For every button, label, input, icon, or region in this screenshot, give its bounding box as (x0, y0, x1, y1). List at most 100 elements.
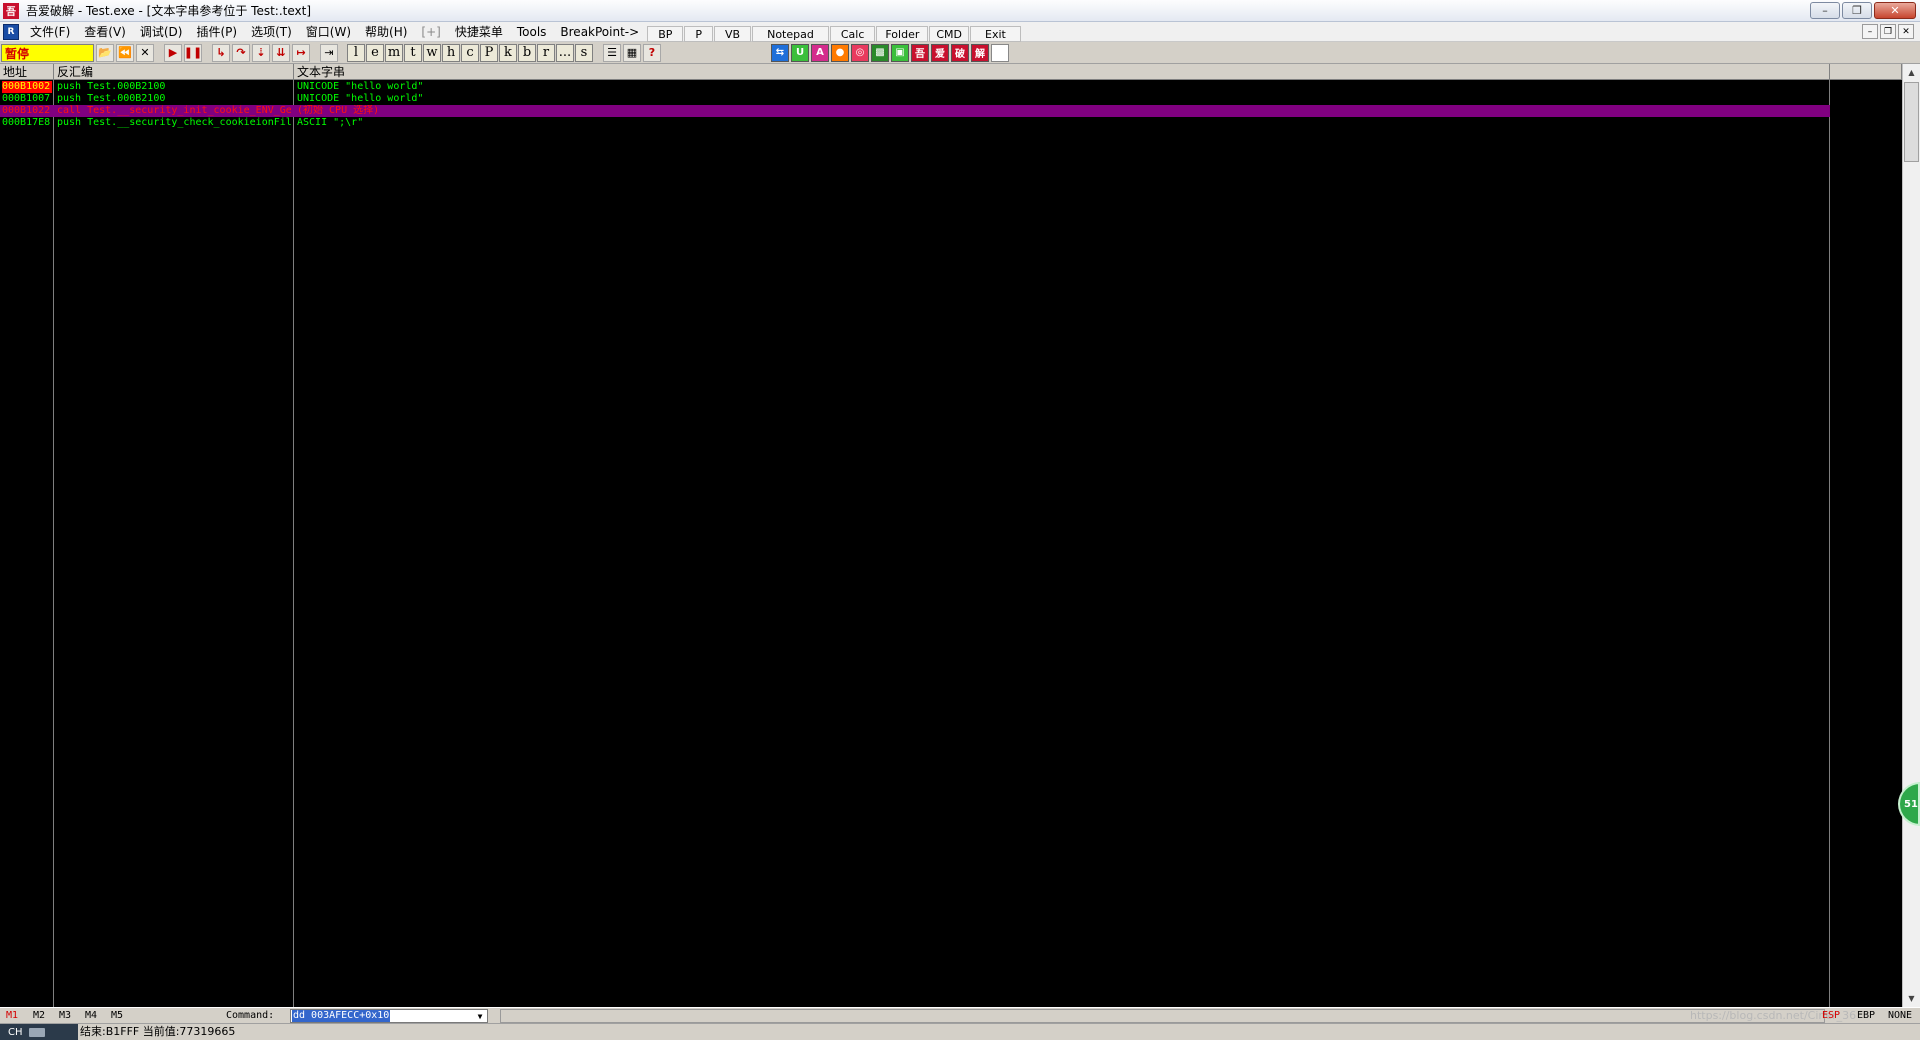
plugin-grid-icon[interactable]: ▩ (871, 43, 889, 62)
row-address: 000B17E8 (2, 117, 51, 128)
window-icon[interactable]: ▦ (623, 43, 641, 62)
menu-view[interactable]: 查看(V) (77, 22, 133, 42)
menu-bar: R 文件(F) 查看(V) 调试(D) 插件(P) 选项(T) 窗口(W) 帮助… (0, 22, 1920, 42)
table-row[interactable]: 000B1007 push Test.000B2100 UNICODE "hel… (0, 93, 1830, 105)
step-into-icon[interactable]: ↳ (212, 43, 230, 62)
plugin-blue-icon[interactable]: ⇆ (771, 43, 789, 62)
modules-window-button[interactable]: e (366, 43, 384, 62)
table-row[interactable]: 000B17E8 push Test.__security_check_cook… (0, 117, 1830, 129)
row-disasm: call Test.__security_init_cookie_ENV_Get… (57, 105, 291, 116)
menu-debug[interactable]: 调试(D) (133, 22, 190, 42)
scroll-up-icon[interactable]: ▲ (1903, 64, 1920, 81)
column-divider (293, 80, 294, 1007)
marker-tab-m5[interactable]: M5 (111, 1008, 123, 1024)
plugin-green-icon[interactable]: U (791, 43, 809, 62)
call-stack-button[interactable]: k (499, 43, 517, 62)
plugin-magenta-icon[interactable]: A (811, 43, 829, 62)
trace-into-icon[interactable]: ⇣ (252, 43, 270, 62)
folder-button[interactable]: Folder (876, 25, 929, 42)
plugin-monitor-icon[interactable]: ▣ (891, 43, 909, 62)
run-icon[interactable]: ▶ (164, 43, 182, 62)
title-bar: 吾 吾爱破解 - Test.exe - [文本字串参考位于 Test:.text… (0, 0, 1920, 22)
marker-tab-m3[interactable]: M3 (59, 1008, 71, 1024)
calc-button[interactable]: Calc (829, 25, 876, 42)
column-header-text[interactable]: 文本字串 (294, 64, 1830, 80)
mdi-restore-button[interactable]: ❐ (1880, 24, 1896, 39)
close-button[interactable]: ✕ (1874, 2, 1916, 19)
ime-indicator[interactable]: CH (0, 1024, 78, 1040)
run-trace-button[interactable]: ... (556, 43, 574, 62)
menu-help[interactable]: 帮助(H) (358, 22, 414, 42)
menu-expand[interactable]: [+] (414, 22, 447, 42)
menu-file[interactable]: 文件(F) (23, 22, 77, 42)
ime-label: CH (8, 1026, 23, 1038)
windows-window-button[interactable]: w (423, 43, 441, 62)
marker-tab-m2[interactable]: M2 (33, 1008, 45, 1024)
menu-options[interactable]: 选项(T) (244, 22, 299, 42)
command-result-field (500, 1009, 1825, 1023)
maximize-button[interactable]: ❐ (1842, 2, 1872, 19)
plugin-jie-icon[interactable]: 解 (971, 43, 989, 62)
status-text: 结束:B1FFF 当前值:77319665 (80, 1025, 236, 1038)
mdi-close-button[interactable]: ✕ (1898, 24, 1914, 39)
plugin-wu-icon[interactable]: 吾 (911, 43, 929, 62)
plugin-ai-icon[interactable]: 爱 (931, 43, 949, 62)
handles-window-button[interactable]: h (442, 43, 460, 62)
plugin-po-icon[interactable]: 破 (951, 43, 969, 62)
source-window-button[interactable]: s (575, 43, 593, 62)
threads-window-button[interactable]: t (404, 43, 422, 62)
vertical-scrollbar[interactable]: ▲ ▼ (1902, 64, 1920, 1007)
register-ebp[interactable]: EBP (1857, 1008, 1875, 1024)
execute-till-return-icon[interactable]: ↦ (292, 43, 310, 62)
close-icon[interactable]: ✕ (136, 43, 154, 62)
plugin-blank-icon[interactable] (991, 43, 1009, 62)
menu-window[interactable]: 窗口(W) (299, 22, 358, 42)
log-window-button[interactable]: l (347, 43, 365, 62)
list-icon[interactable]: ☰ (603, 43, 621, 62)
breakpoints-window-button[interactable]: b (518, 43, 536, 62)
register-esp[interactable]: ESP (1822, 1008, 1840, 1024)
register-none[interactable]: NONE (1888, 1008, 1912, 1024)
open-icon[interactable]: 📂 (96, 43, 114, 62)
table-row-selected[interactable]: 000B1022 call Test.__security_init_cooki… (0, 105, 1830, 117)
help-icon[interactable]: ? (643, 43, 661, 62)
vb-button[interactable]: VB (714, 25, 752, 42)
cpu-window-button[interactable]: c (461, 43, 479, 62)
step-over-icon[interactable]: ↷ (232, 43, 250, 62)
p-button[interactable]: P (684, 25, 714, 42)
menu-shortcut[interactable]: 快捷菜单 (448, 22, 510, 42)
marker-tab-m4[interactable]: M4 (85, 1008, 97, 1024)
marker-tab-m1[interactable]: M1 (6, 1008, 18, 1024)
plugin-orange-icon[interactable]: ● (831, 43, 849, 62)
scroll-thumb[interactable] (1904, 82, 1919, 162)
mdi-minimize-button[interactable]: – (1862, 24, 1878, 39)
patches-window-button[interactable]: P (480, 43, 498, 62)
row-text: ASCII ";\r" (297, 117, 364, 128)
memory-window-button[interactable]: m (385, 43, 403, 62)
exit-button[interactable]: Exit (970, 25, 1021, 42)
bp-button[interactable]: BP (647, 25, 684, 42)
command-input[interactable]: dd 003AFECC+0x10 ▼ (290, 1009, 488, 1023)
column-header-address[interactable]: 地址 (0, 64, 54, 80)
references-window-button[interactable]: r (537, 43, 555, 62)
mdi-system-menu-icon[interactable]: R (3, 23, 19, 40)
menu-breakpoint[interactable]: BreakPoint-> (553, 22, 646, 42)
trace-over-icon[interactable]: ⇊ (272, 43, 290, 62)
minimize-button[interactable]: – (1810, 2, 1840, 19)
column-header-disasm[interactable]: 反汇编 (54, 64, 294, 80)
cmd-button[interactable]: CMD (929, 25, 970, 42)
notepad-button[interactable]: Notepad (752, 25, 829, 42)
command-input-value: dd 003AFECC+0x10 (292, 1010, 391, 1022)
menu-plugins[interactable]: 插件(P) (189, 22, 244, 42)
rewind-icon[interactable]: ⏪ (116, 43, 134, 62)
menu-tools[interactable]: Tools (510, 22, 554, 42)
debug-status: 暂停 (1, 43, 94, 62)
pause-icon[interactable]: ❚❚ (184, 43, 202, 62)
table-row[interactable]: 000B1002 push Test.000B2100 UNICODE "hel… (0, 81, 1830, 93)
plugin-target-icon[interactable]: ◎ (851, 43, 869, 62)
scroll-down-icon[interactable]: ▼ (1903, 990, 1920, 1007)
goto-icon[interactable]: ⇥ (320, 43, 338, 62)
chevron-down-icon[interactable]: ▼ (473, 1010, 487, 1022)
toolbar: 暂停 📂 ⏪ ✕ ▶ ❚❚ ↳ ↷ ⇣ ⇊ ↦ ⇥ l e m t w h c … (0, 42, 1920, 64)
row-address: 000B1022 (2, 105, 51, 116)
